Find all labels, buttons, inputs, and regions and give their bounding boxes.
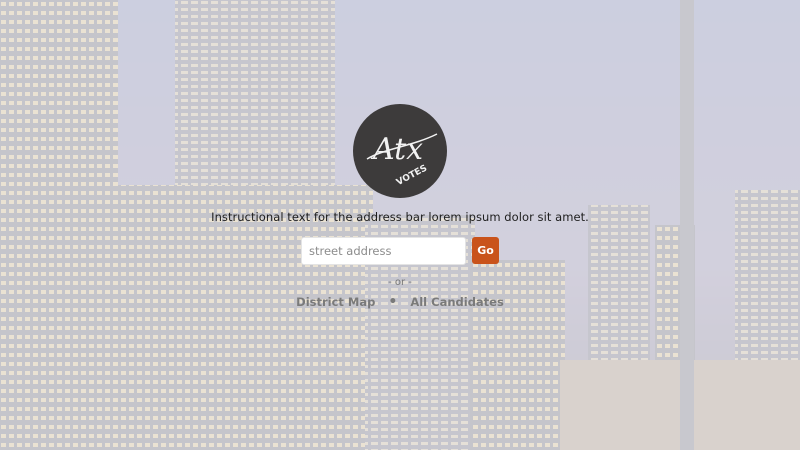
address-search-form: Go — [301, 237, 499, 265]
street-address-input[interactable] — [301, 237, 466, 265]
or-divider: - or - — [388, 277, 412, 288]
logo-icon: Atx VOTES — [366, 132, 438, 188]
district-map-link[interactable]: District Map — [296, 295, 375, 309]
background-overlay — [0, 0, 800, 450]
landing-page: Atx VOTES Instructional text for the add… — [0, 0, 800, 450]
alternate-links: District Map • All Candidates — [0, 295, 800, 309]
logo-votes-text: VOTES — [395, 164, 429, 188]
atx-votes-logo: Atx VOTES — [353, 104, 447, 198]
logo-script-text: Atx — [370, 132, 423, 167]
go-button[interactable]: Go — [472, 237, 499, 264]
instructional-text: Instructional text for the address bar l… — [211, 210, 589, 224]
link-separator: • — [388, 294, 398, 310]
all-candidates-link[interactable]: All Candidates — [410, 295, 503, 309]
